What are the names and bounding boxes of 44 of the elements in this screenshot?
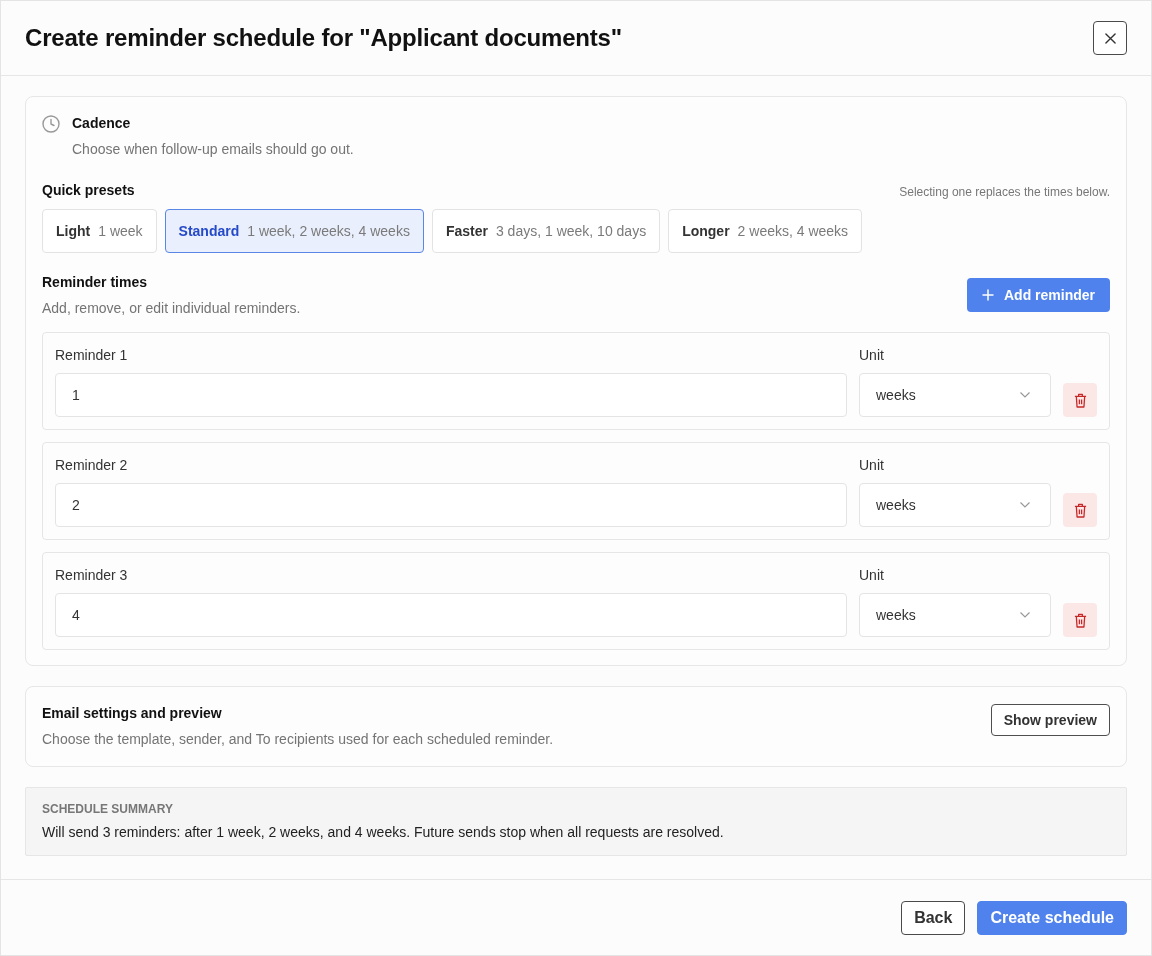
plus-icon [982, 289, 994, 301]
footer-button[interactable]: Back [901, 900, 966, 935]
quick-presets-label: Quick presets [42, 181, 135, 200]
presets-hint: Selecting one replaces the times below. [899, 184, 1110, 200]
unit-select[interactable]: weeks [859, 593, 1051, 637]
add-reminder-button[interactable]: Add reminder [967, 278, 1110, 312]
delete-button[interactable] [1063, 603, 1097, 637]
trash-icon [1073, 502, 1087, 518]
delete-button[interactable] [1063, 383, 1097, 417]
unit-label: Unit [859, 566, 885, 585]
cadence-description: Choose when follow-up emails should go out. [72, 140, 354, 159]
cadence-title: Cadence [72, 114, 132, 133]
unit-select[interactable]: weeks [859, 373, 1051, 417]
clock-icon [42, 115, 60, 133]
summary-heading: SCHEDULE SUMMARY [42, 801, 174, 818]
footer-button[interactable]: Create schedule [977, 900, 1127, 935]
summary-text: Will send 3 reminders: after 1 week, 2 weeks, and 4 weeks. Future sends stop when all requests are resolved. [42, 823, 725, 842]
email-settings-title: Email settings and preview [42, 704, 223, 723]
unit-label: Unit [859, 456, 885, 475]
trash-icon [1073, 392, 1087, 408]
preset-button[interactable]: Longer 2 weeks, 4 weeks [668, 209, 863, 253]
show-preview-button[interactable]: Show preview [990, 704, 1110, 736]
chevron-down-icon [1020, 392, 1030, 398]
unit-select[interactable]: weeks [859, 483, 1051, 527]
reminder-label: Reminder 1 [55, 346, 129, 365]
reminder-times-description: Add, remove, or edit individual reminders. [42, 299, 301, 318]
chevron-down-icon [1020, 502, 1030, 508]
reminder-value-input[interactable]: 2 [55, 483, 847, 527]
close-button[interactable] [1093, 21, 1127, 55]
unit-label: Unit [859, 346, 885, 365]
preset-button[interactable]: Standard 1 week, 2 weeks, 4 weeks [164, 209, 424, 253]
reminder-label: Reminder 3 [55, 566, 129, 585]
reminder-times-label: Reminder times [42, 273, 149, 292]
delete-button[interactable] [1063, 493, 1097, 527]
trash-icon [1073, 612, 1087, 628]
reminder-value-input[interactable]: 1 [55, 373, 847, 417]
preset-button[interactable]: Light 1 week [42, 209, 157, 253]
preset-button[interactable]: Faster 3 days, 1 week, 10 days [431, 209, 661, 253]
close-icon [1104, 32, 1116, 44]
chevron-down-icon [1020, 612, 1030, 618]
dialog-title: Create reminder schedule for "Applicant documents" [25, 24, 622, 52]
email-settings-description: Choose the template, sender, and To recipients used for each scheduled reminder. [42, 730, 554, 749]
reminder-value-input[interactable]: 4 [55, 593, 847, 637]
reminder-label: Reminder 2 [55, 456, 129, 475]
